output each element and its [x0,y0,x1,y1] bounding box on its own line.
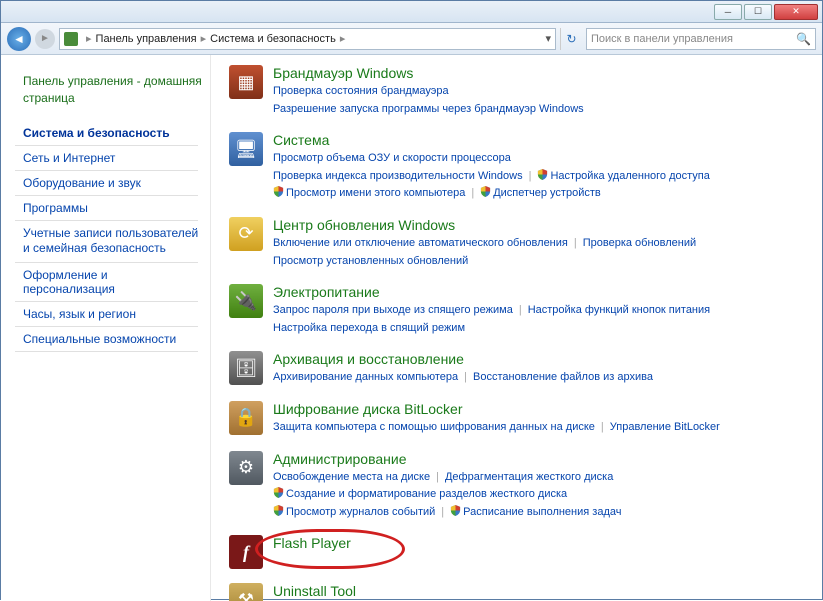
task-link[interactable]: Запрос пароля при выходе из спящего режи… [273,304,513,316]
task-link[interactable]: Проверка индекса производительности Wind… [273,170,523,182]
task-link[interactable]: Создание и форматирование разделов жестк… [286,488,567,500]
sidebar-item[interactable]: Программы [23,196,202,220]
refresh-button[interactable]: ↻ [560,28,582,50]
link-row: Просмотр журналов событий|Расписание вып… [273,504,812,522]
shield-icon [273,505,284,516]
back-button[interactable]: ◄ [7,27,31,51]
chevron-down-icon[interactable]: ▾ [545,32,551,45]
sidebar-item[interactable]: Часы, язык и регион [23,302,202,326]
category-title[interactable]: Система [273,132,812,148]
category-section: ⚙ Администрирование Освобождение места на … [229,451,812,522]
minimize-button[interactable]: ─ [714,4,742,20]
category-title[interactable]: Шифрование диска BitLocker [273,401,812,417]
sidebar: Панель управления - домашняя страница Си… [1,55,211,601]
task-link[interactable]: Просмотр имени этого компьютера [286,187,465,199]
breadcrumb-part[interactable]: Панель управления [96,33,197,45]
shield-icon [273,186,284,197]
task-link[interactable]: Настройка перехода в спящий режим [273,322,465,334]
category-title[interactable]: Брандмауэр Windows [273,65,812,81]
category-title[interactable]: Электропитание [273,284,812,300]
task-link[interactable]: Настройка функций кнопок питания [528,304,710,316]
category-icon: 🔒 [229,401,263,435]
sidebar-home[interactable]: Панель управления - домашняя страница [23,73,202,107]
task-link[interactable]: Просмотр журналов событий [286,506,435,518]
link-row: Создание и форматирование разделов жестк… [273,486,812,504]
forward-button[interactable]: ► [35,29,55,49]
close-button[interactable]: ✕ [774,4,818,20]
task-link[interactable]: Разрешение запуска программы через бранд… [273,103,584,115]
link-row: Проверка состояния брандмауэра [273,83,812,101]
category-section: 🗄 Архивация и восстановление Архивирование… [229,351,812,387]
category-title[interactable]: Uninstall Tool [273,583,812,599]
link-row: Включение или отключение автоматического… [273,235,812,253]
shield-icon [537,169,548,180]
task-link[interactable]: Просмотр установленных обновлений [273,255,468,267]
titlebar: ─ ☐ ✕ [1,1,822,23]
task-link[interactable]: Проверка обновлений [583,237,696,249]
search-placeholder: Поиск в панели управления [591,33,733,45]
category-icon: ⚙ [229,451,263,485]
category-icon: ▦ [229,65,263,99]
task-link[interactable]: Дефрагментация жесткого диска [445,471,613,483]
category-section: 🖥 Система Просмотр объема ОЗУ и скорости п… [229,132,812,203]
sidebar-item[interactable]: Оборудование и звук [23,171,202,195]
category-icon: 🗄 [229,351,263,385]
task-link[interactable]: Защита компьютера с помощью шифрования д… [273,421,595,433]
link-row: Архивирование данных компьютера|Восстано… [273,369,812,387]
task-link[interactable]: Расписание выполнения задач [463,506,621,518]
search-icon: 🔍 [796,32,811,46]
category-icon: ⟳ [229,217,263,251]
navbar: ◄ ► ▸ Панель управления ▸ Система и безо… [1,23,822,55]
category-section: 🔌 Электропитание Запрос пароля при выходе … [229,284,812,337]
task-link[interactable]: Диспетчер устройств [493,187,601,199]
link-row: Просмотр установленных обновлений [273,253,812,271]
chevron-right-icon: ▸ [86,32,92,45]
category-title[interactable]: Центр обновления Windows [273,217,812,233]
category-icon: f [229,535,263,569]
sidebar-item[interactable]: Сеть и Интернет [23,146,202,170]
sidebar-item[interactable]: Система и безопасность [23,121,202,145]
chevron-right-icon: ▸ [201,32,207,45]
search-input[interactable]: Поиск в панели управления 🔍 [586,28,816,50]
category-section: ⟳ Центр обновления Windows Включение или о… [229,217,812,270]
content-area: ▦ Брандмауэр Windows Проверка состояния бр… [211,55,822,601]
task-link[interactable]: Проверка состояния брандмауэра [273,85,449,97]
sidebar-item[interactable]: Учетные записи пользователей и семейная … [23,221,202,262]
link-row: Освобождение места на диске|Дефрагментац… [273,469,812,487]
task-link[interactable]: Управление BitLocker [610,421,720,433]
chevron-right-icon: ▸ [340,32,346,45]
category-section: ⚒ Uninstall Tool [229,583,812,601]
link-row: Защита компьютера с помощью шифрования д… [273,419,812,437]
link-row: Разрешение запуска программы через бранд… [273,101,812,119]
category-icon: 🔌 [229,284,263,318]
task-link[interactable]: Архивирование данных компьютера [273,371,458,383]
shield-icon [273,487,284,498]
category-title[interactable]: Архивация и восстановление [273,351,812,367]
link-row: Запрос пароля при выходе из спящего режи… [273,302,812,320]
task-link[interactable]: Настройка удаленного доступа [550,170,709,182]
category-section: f Flash Player [229,535,812,569]
shield-icon [450,505,461,516]
task-link[interactable]: Просмотр объема ОЗУ и скорости процессор… [273,152,511,164]
category-icon: ⚒ [229,583,263,601]
link-row: Просмотр объема ОЗУ и скорости процессор… [273,150,812,168]
category-title[interactable]: Flash Player [273,535,812,551]
link-row: Просмотр имени этого компьютера|Диспетче… [273,185,812,203]
category-icon: 🖥 [229,132,263,166]
category-section: ▦ Брандмауэр Windows Проверка состояния бр… [229,65,812,118]
category-section: 🔒 Шифрование диска BitLocker Защита компью… [229,401,812,437]
breadcrumb-part[interactable]: Система и безопасность [210,33,336,45]
sidebar-item[interactable]: Оформление и персонализация [23,263,202,301]
control-panel-icon [64,32,78,46]
shield-icon [480,186,491,197]
task-link[interactable]: Освобождение места на диске [273,471,430,483]
maximize-button[interactable]: ☐ [744,4,772,20]
sidebar-item[interactable]: Специальные возможности [23,327,202,351]
link-row: Проверка индекса производительности Wind… [273,168,812,186]
breadcrumb[interactable]: ▸ Панель управления ▸ Система и безопасн… [59,28,556,50]
task-link[interactable]: Включение или отключение автоматического… [273,237,568,249]
task-link[interactable]: Восстановление файлов из архива [473,371,653,383]
category-title[interactable]: Администрирование [273,451,812,467]
link-row: Настройка перехода в спящий режим [273,320,812,338]
